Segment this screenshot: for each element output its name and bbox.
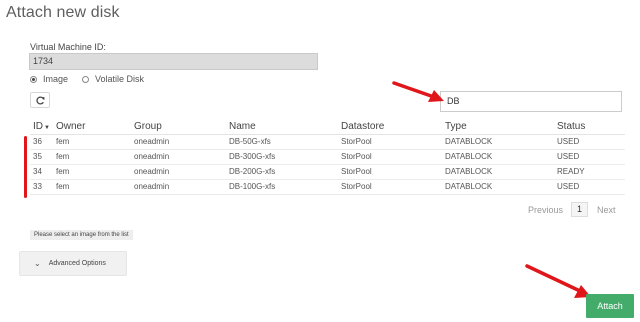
- image-radio-label[interactable]: Image: [43, 74, 68, 84]
- advanced-options-label: Advanced Options: [48, 260, 106, 267]
- cell-datastore: StorPool: [338, 179, 442, 195]
- vm-id-label: Virtual Machine ID:: [30, 42, 106, 52]
- table-header-row: ID▼ Owner Group Name Datastore Type Stat…: [30, 120, 625, 135]
- table-row[interactable]: 36 fem oneadmin DB-50G-xfs StorPool DATA…: [30, 134, 625, 150]
- annotation-marker-rows: [24, 136, 27, 198]
- volatile-disk-radio[interactable]: [82, 75, 90, 83]
- column-header-name[interactable]: Name: [226, 120, 338, 135]
- cell-name: DB-100G-xfs: [226, 179, 338, 195]
- previous-page-link[interactable]: Previous: [528, 205, 563, 215]
- image-radio[interactable]: [30, 75, 37, 83]
- cell-type: DATABLOCK: [442, 179, 554, 195]
- cell-owner: fem: [53, 149, 131, 165]
- cell-type: DATABLOCK: [442, 149, 554, 165]
- cell-group: oneadmin: [131, 134, 226, 150]
- table-row[interactable]: 33 fem oneadmin DB-100G-xfs StorPool DAT…: [30, 179, 625, 195]
- cell-id: 36: [30, 134, 53, 150]
- cell-datastore: StorPool: [338, 134, 442, 150]
- images-table: ID▼ Owner Group Name Datastore Type Stat…: [30, 120, 625, 195]
- cell-status: READY: [554, 164, 625, 180]
- attach-button[interactable]: Attach: [586, 294, 634, 318]
- cell-name: DB-300G-xfs: [226, 149, 338, 165]
- cell-group: oneadmin: [131, 164, 226, 180]
- advanced-options-toggle[interactable]: ⌄ Advanced Options: [19, 251, 127, 276]
- column-header-status[interactable]: Status: [554, 120, 625, 135]
- sort-desc-icon: ▼: [44, 124, 50, 131]
- column-header-datastore[interactable]: Datastore: [338, 120, 442, 135]
- dialog-title: Attach new disk: [6, 4, 120, 21]
- column-header-group[interactable]: Group: [131, 120, 226, 135]
- cell-status: USED: [554, 149, 625, 165]
- table-row[interactable]: 34 fem oneadmin DB-200G-xfs StorPool DAT…: [30, 164, 625, 180]
- volatile-disk-radio-label[interactable]: Volatile Disk: [95, 74, 144, 84]
- cell-owner: fem: [53, 134, 131, 150]
- cell-status: USED: [554, 179, 625, 195]
- annotation-arrow-attach: [525, 264, 591, 298]
- cell-id: 33: [30, 179, 53, 195]
- annotation-arrow-search: [392, 81, 444, 102]
- cell-group: oneadmin: [131, 179, 226, 195]
- cell-id: 34: [30, 164, 53, 180]
- search-input[interactable]: DB: [440, 91, 622, 112]
- cell-id: 35: [30, 149, 53, 165]
- cell-name: DB-200G-xfs: [226, 164, 338, 180]
- next-page-link[interactable]: Next: [597, 205, 616, 215]
- cell-status: USED: [554, 134, 625, 150]
- vm-id-field: 1734: [29, 53, 318, 70]
- column-header-owner[interactable]: Owner: [53, 120, 131, 135]
- cell-owner: fem: [53, 164, 131, 180]
- cell-datastore: StorPool: [338, 164, 442, 180]
- cell-type: DATABLOCK: [442, 164, 554, 180]
- cell-type: DATABLOCK: [442, 134, 554, 150]
- cell-group: oneadmin: [131, 149, 226, 165]
- pagination: Previous 1 Next: [528, 202, 616, 217]
- cell-name: DB-50G-xfs: [226, 134, 338, 150]
- table-row[interactable]: 35 fem oneadmin DB-300G-xfs StorPool DAT…: [30, 149, 625, 165]
- selection-hint: Please select an image from the list: [30, 230, 133, 240]
- cell-owner: fem: [53, 179, 131, 195]
- column-header-type[interactable]: Type: [442, 120, 554, 135]
- chevron-down-icon: ⌄: [34, 259, 41, 268]
- column-header-id[interactable]: ID▼: [30, 120, 53, 135]
- refresh-icon: [35, 96, 44, 104]
- refresh-button[interactable]: [30, 92, 50, 108]
- cell-datastore: StorPool: [338, 149, 442, 165]
- disk-type-radio-group: Image Volatile Disk: [30, 73, 158, 85]
- current-page-button[interactable]: 1: [571, 202, 589, 217]
